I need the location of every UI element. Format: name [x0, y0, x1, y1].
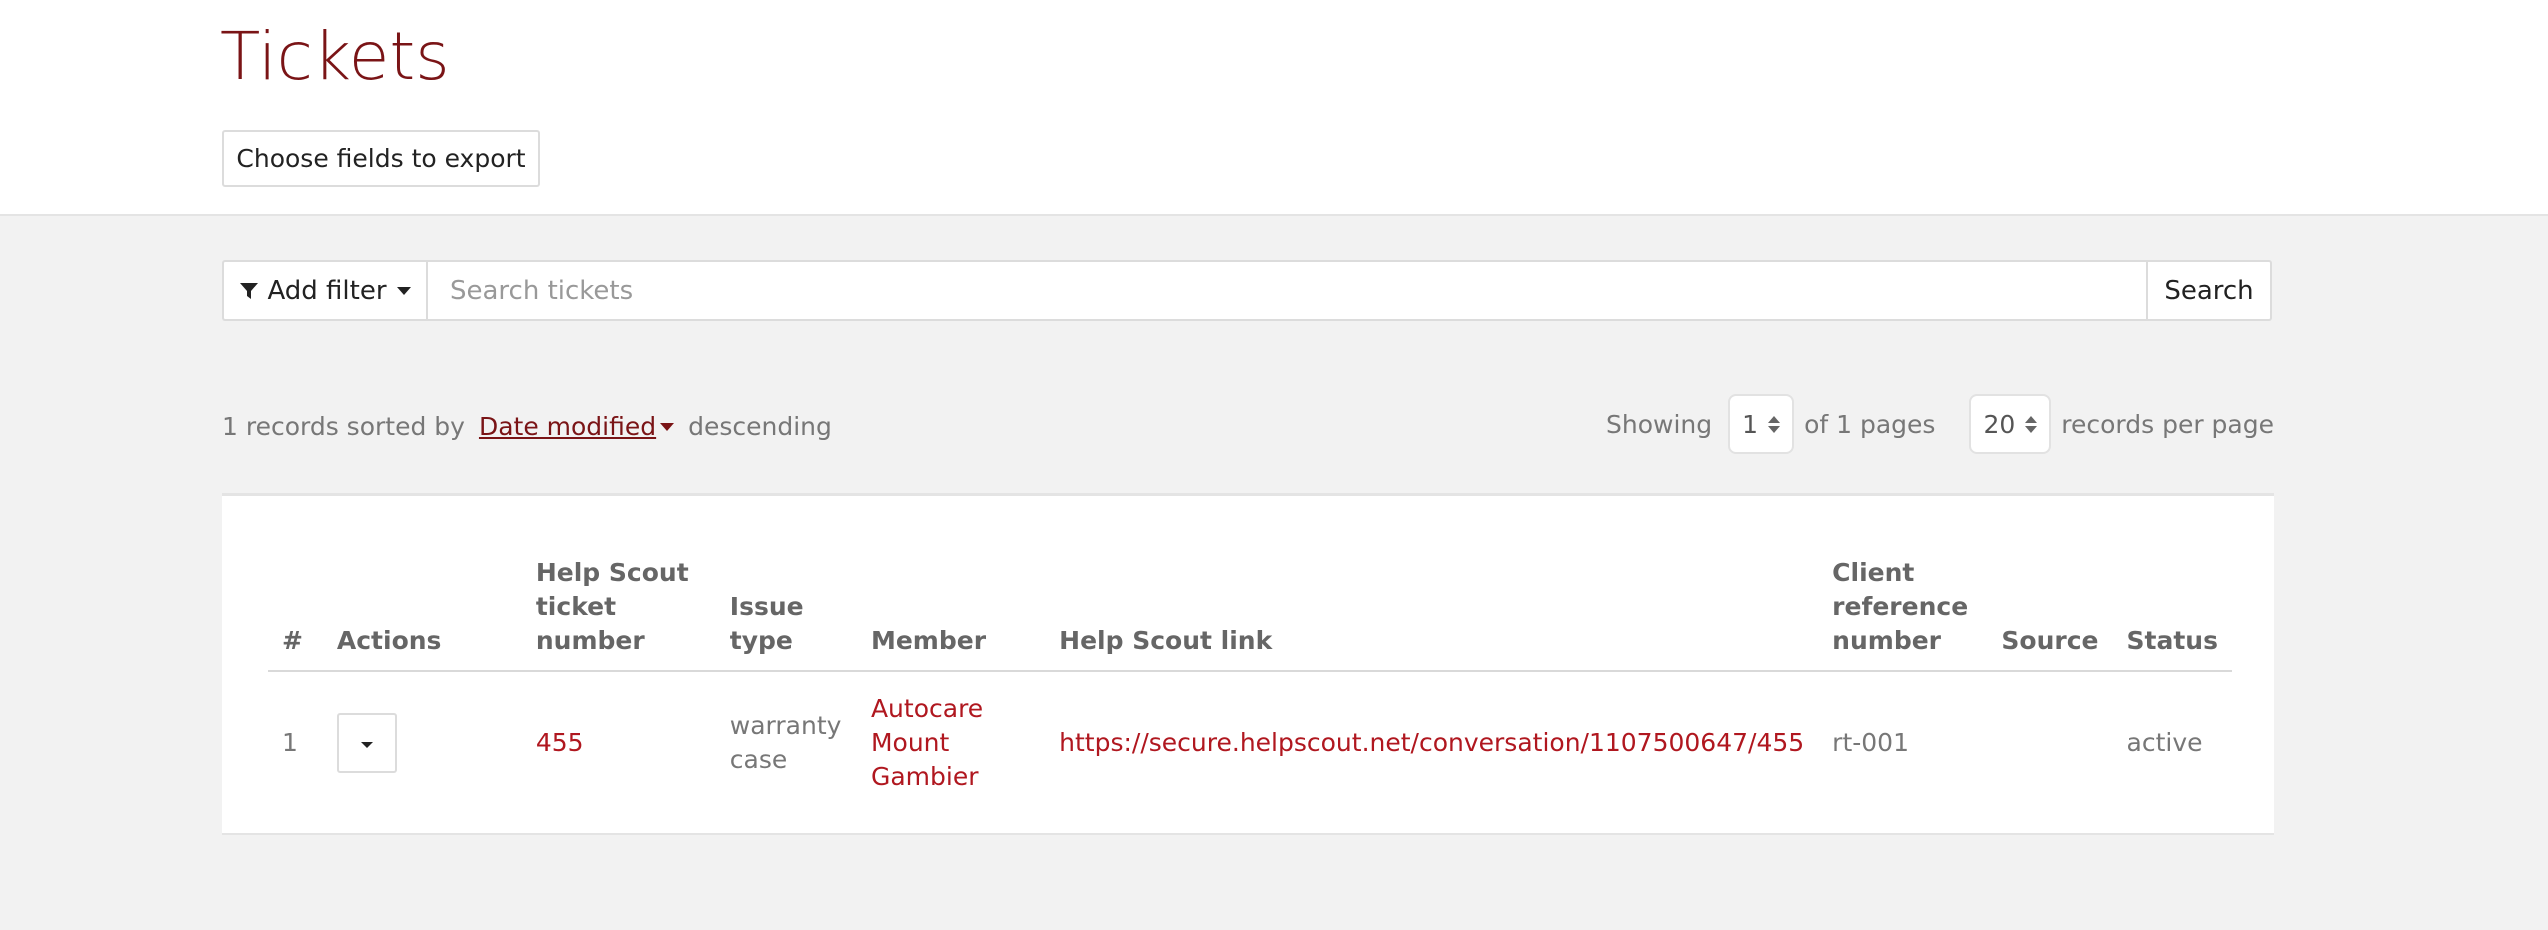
status-cell: active [2126, 728, 2203, 757]
column-header-source[interactable]: Source [1987, 556, 2113, 672]
column-header-number[interactable]: # [268, 556, 323, 672]
add-filter-button[interactable]: Add filter [222, 260, 426, 321]
member-link[interactable]: Autocare Mount Gambier [857, 671, 1045, 804]
funnel-icon [240, 282, 259, 299]
page-number-value: 1 [1742, 409, 1759, 439]
source-cell [1987, 671, 2112, 804]
up-down-arrows-icon [2025, 415, 2038, 433]
issue-type-cell: warranty case [729, 711, 842, 774]
per-page-value: 20 [1983, 409, 2016, 439]
page-number-select[interactable]: 1 [1728, 394, 1795, 454]
column-header-issue-type[interactable]: Issue type [715, 556, 857, 672]
pagination: Showing 1 of 1 pages 20 records per page [1606, 394, 2274, 454]
row-number: 1 [282, 728, 298, 757]
column-header-member[interactable]: Member [856, 556, 1046, 672]
add-filter-label: Add filter [267, 275, 387, 306]
search-input[interactable] [426, 260, 2148, 321]
caret-down-icon [396, 286, 411, 295]
tickets-table: # Actions Help Scout ticket number Issue t… [268, 556, 2232, 804]
sort-summary: 1 records sorted by Date modified descen… [222, 412, 832, 441]
row-actions-dropdown-button[interactable] [336, 713, 397, 773]
tickets-table-card: # Actions Help Scout ticket number Issue t… [222, 493, 2274, 835]
column-header-help-scout-link[interactable]: Help Scout link [1045, 556, 1819, 672]
column-header-client-reference[interactable]: Client reference number [1818, 556, 1988, 672]
page-title: Tickets [220, 18, 450, 95]
column-header-status[interactable]: Status [2112, 556, 2232, 672]
sort-prefix: 1 records sorted by [222, 412, 465, 441]
sort-field-link[interactable]: Date modified [479, 412, 656, 441]
help-scout-link[interactable]: https://secure.helpscout.net/conversatio… [1045, 671, 1818, 804]
up-down-arrows-icon [1768, 415, 1781, 433]
column-header-ticket-number[interactable]: Help Scout ticket number [521, 556, 716, 672]
caret-down-icon[interactable] [660, 422, 675, 431]
search-bar: Add filter Search [222, 260, 2272, 321]
table-row: 1 455 warranty case Autocare Mount Gambier… [268, 671, 2232, 804]
per-page-select[interactable]: 20 [1969, 394, 2052, 454]
column-header-actions: Actions [322, 556, 522, 672]
page-header: Tickets Choose fields to export [0, 0, 2548, 216]
showing-label: Showing [1606, 409, 1713, 439]
caret-down-icon [360, 742, 373, 748]
choose-fields-export-button[interactable]: Choose fields to export [222, 130, 540, 187]
sort-direction: descending [688, 412, 832, 441]
client-reference-cell: rt-001 [1832, 728, 1909, 757]
per-page-label: records per page [2061, 409, 2274, 439]
row-actions-cell [323, 671, 522, 804]
search-button[interactable]: Search [2148, 260, 2272, 321]
ticket-number-link[interactable]: 455 [522, 671, 716, 804]
table-header-row: # Actions Help Scout ticket number Issue t… [268, 556, 2232, 672]
of-pages-label: of 1 pages [1804, 409, 1936, 439]
